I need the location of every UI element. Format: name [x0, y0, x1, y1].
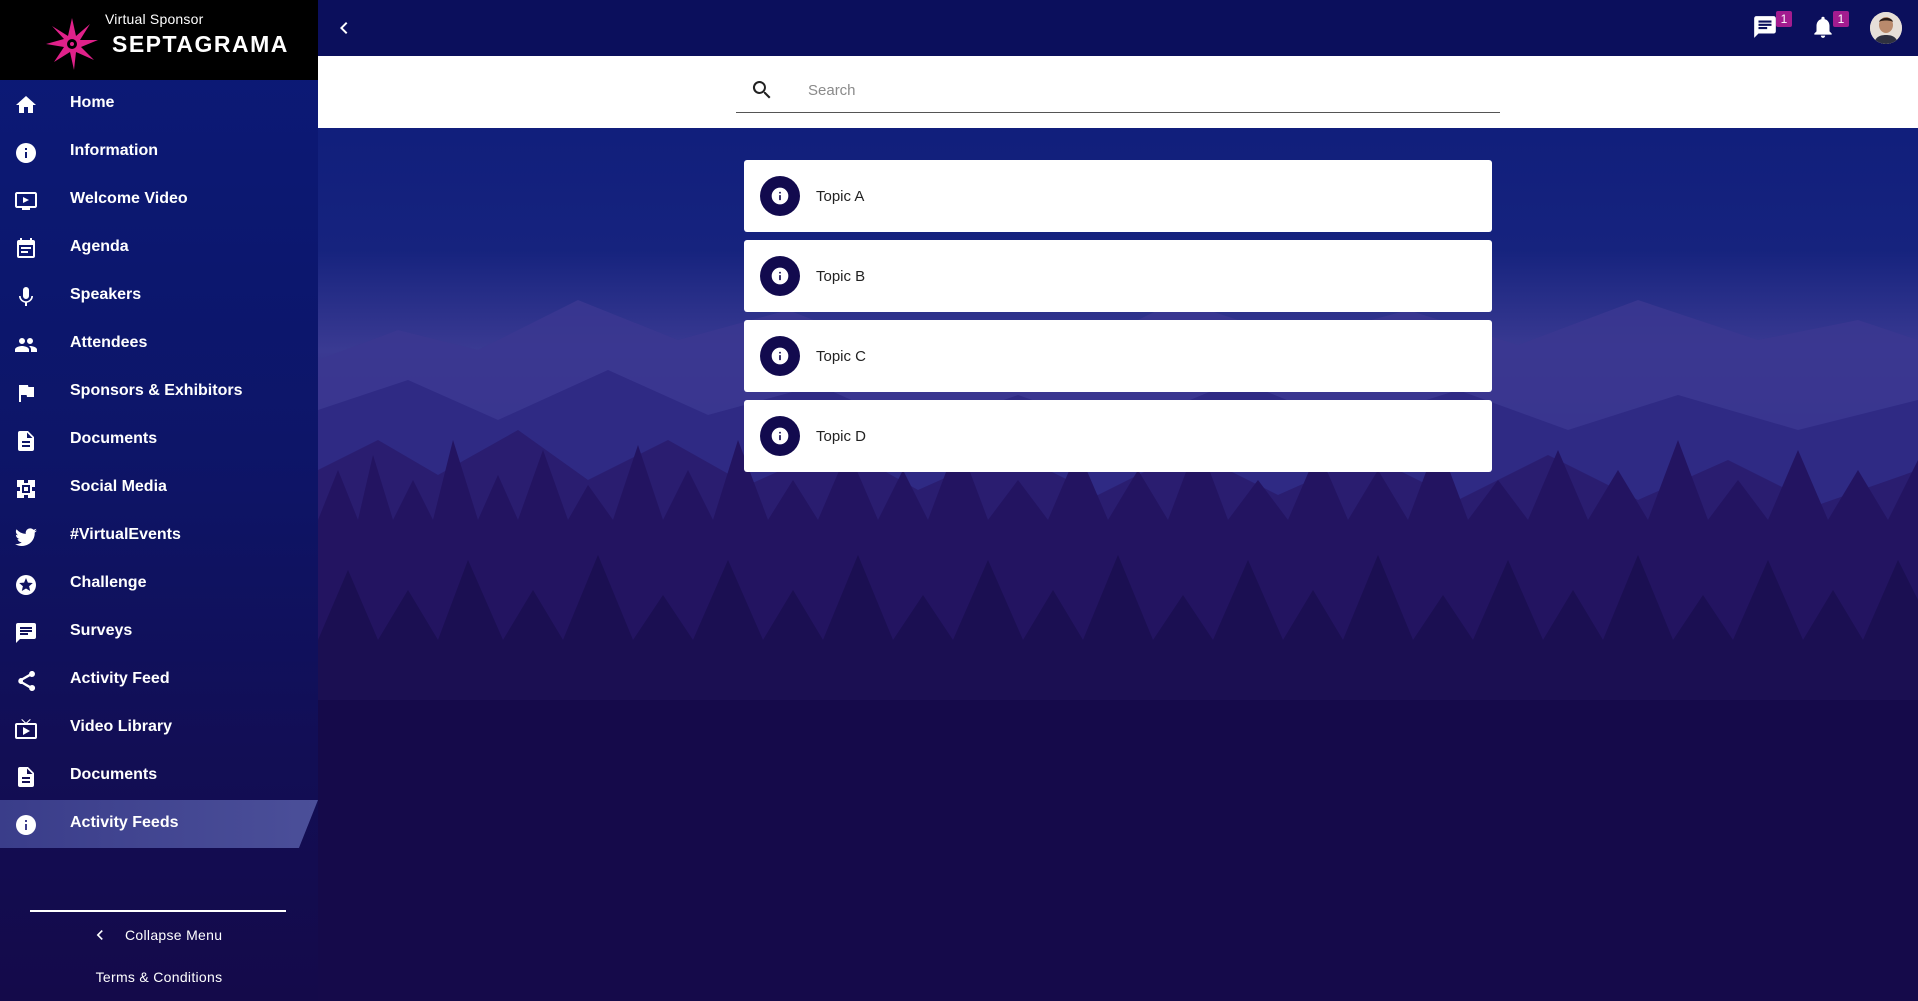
sidebar: Virtual Sponsor SEPTAGRAMA Home Informat… — [0, 0, 318, 1001]
info-icon — [771, 347, 789, 365]
brand-name: SEPTAGRAMA — [112, 31, 289, 57]
search-field — [736, 66, 1500, 113]
sidebar-item-challenge[interactable]: Challenge — [0, 560, 318, 608]
sidebar-item-label: Agenda — [70, 238, 129, 255]
collapse-menu-button[interactable]: Collapse Menu — [90, 924, 222, 946]
sidebar-divider — [30, 910, 286, 912]
topic-card-d[interactable]: Topic D — [744, 400, 1492, 472]
topic-label: Topic D — [816, 428, 867, 445]
sidebar-item-label: Challenge — [70, 574, 147, 591]
sidebar-item-label: Information — [70, 142, 158, 159]
sidebar-item-information[interactable]: Information — [0, 128, 318, 176]
sidebar-item-attendees[interactable]: Attendees — [0, 320, 318, 368]
sidebar-item-label: Activity Feeds — [70, 814, 179, 831]
sidebar-item-label: Activity Feed — [70, 670, 170, 687]
info-icon — [771, 427, 789, 445]
sidebar-item-virtualevents[interactable]: #VirtualEvents — [0, 512, 318, 560]
info-icon — [771, 267, 789, 285]
sidebar-item-label: Attendees — [70, 334, 148, 351]
topic-list: Topic A Topic B Topic C Topic D — [744, 160, 1492, 480]
sidebar-item-label: Sponsors & Exhibitors — [70, 382, 243, 399]
chat-icon[interactable] — [1752, 14, 1778, 40]
sidebar-item-label: Speakers — [70, 286, 142, 303]
topic-icon-container — [760, 336, 800, 376]
home-icon — [16, 96, 36, 113]
brand-subtitle: Virtual Sponsor — [105, 11, 204, 27]
document-icon — [18, 431, 34, 451]
twitter-icon — [15, 528, 37, 547]
document-icon — [18, 767, 34, 787]
video-library-icon — [15, 719, 37, 739]
share-icon — [18, 670, 36, 691]
sidebar-item-activity-feeds[interactable]: Activity Feeds — [0, 800, 318, 848]
sidebar-item-activity-feed[interactable]: Activity Feed — [0, 656, 318, 704]
sidebar-item-label: Video Library — [70, 718, 172, 735]
sidebar-item-agenda[interactable]: Agenda — [0, 224, 318, 272]
back-chevron-icon[interactable] — [332, 16, 356, 40]
sidebar-item-documents[interactable]: Documents — [0, 416, 318, 464]
chat-badge: 1 — [1776, 11, 1792, 27]
star-logo-icon — [46, 18, 98, 70]
info-icon — [16, 143, 36, 163]
user-avatar-icon — [1870, 12, 1902, 44]
topic-icon-container — [760, 176, 800, 216]
sidebar-item-sponsors-exhibitors[interactable]: Sponsors & Exhibitors — [0, 368, 318, 416]
people-icon — [15, 338, 37, 352]
sidebar-item-label: Welcome Video — [70, 190, 188, 207]
search-icon[interactable] — [750, 78, 774, 102]
sidebar-item-label: #VirtualEvents — [70, 526, 181, 543]
sidebar-item-speakers[interactable]: Speakers — [0, 272, 318, 320]
topic-icon-container — [760, 256, 800, 296]
info-icon — [16, 815, 36, 835]
sidebar-item-label: Home — [70, 94, 115, 111]
background-landscape — [318, 0, 1918, 1001]
top-bar: 1 1 — [318, 0, 1918, 56]
sidebar-item-surveys[interactable]: Surveys — [0, 608, 318, 656]
chevron-left-icon — [96, 930, 103, 940]
info-icon — [771, 187, 789, 205]
sidebar-item-welcome-video[interactable]: Welcome Video — [0, 176, 318, 224]
topic-card-b[interactable]: Topic B — [744, 240, 1492, 312]
sidebar-item-label: Documents — [70, 430, 158, 447]
notification-badge: 1 — [1833, 11, 1849, 27]
sidebar-item-label: Social Media — [70, 478, 167, 495]
avatar[interactable] — [1870, 12, 1902, 44]
video-play-icon — [15, 192, 37, 210]
survey-icon — [16, 623, 36, 643]
search-input[interactable] — [806, 74, 1490, 106]
sidebar-item-label: Surveys — [70, 622, 133, 639]
search-bar-section — [318, 56, 1918, 128]
star-badge-icon — [16, 575, 36, 595]
sidebar-nav: Home Information Welcome Video Agenda Sp… — [0, 80, 318, 848]
topic-icon-container — [760, 416, 800, 456]
calendar-icon — [17, 238, 35, 258]
topic-label: Topic B — [816, 268, 866, 285]
sidebar-item-video-library[interactable]: Video Library — [0, 704, 318, 752]
sidebar-item-social-media[interactable]: Social Media — [0, 464, 318, 512]
topic-card-a[interactable]: Topic A — [744, 160, 1492, 232]
topic-card-c[interactable]: Topic C — [744, 320, 1492, 392]
brand-header[interactable]: Virtual Sponsor SEPTAGRAMA — [0, 0, 318, 80]
topic-label: Topic C — [816, 348, 867, 365]
sidebar-item-home[interactable]: Home — [0, 80, 318, 128]
flag-icon — [19, 385, 34, 402]
topic-label: Topic A — [816, 188, 865, 205]
social-icon — [17, 480, 35, 498]
collapse-menu-label: Collapse Menu — [125, 927, 223, 943]
sidebar-item-documents-2[interactable]: Documents — [0, 752, 318, 800]
sidebar-item-label: Documents — [70, 766, 158, 783]
terms-conditions-link[interactable]: Terms & Conditions — [0, 969, 318, 985]
microphone-icon — [19, 287, 33, 306]
